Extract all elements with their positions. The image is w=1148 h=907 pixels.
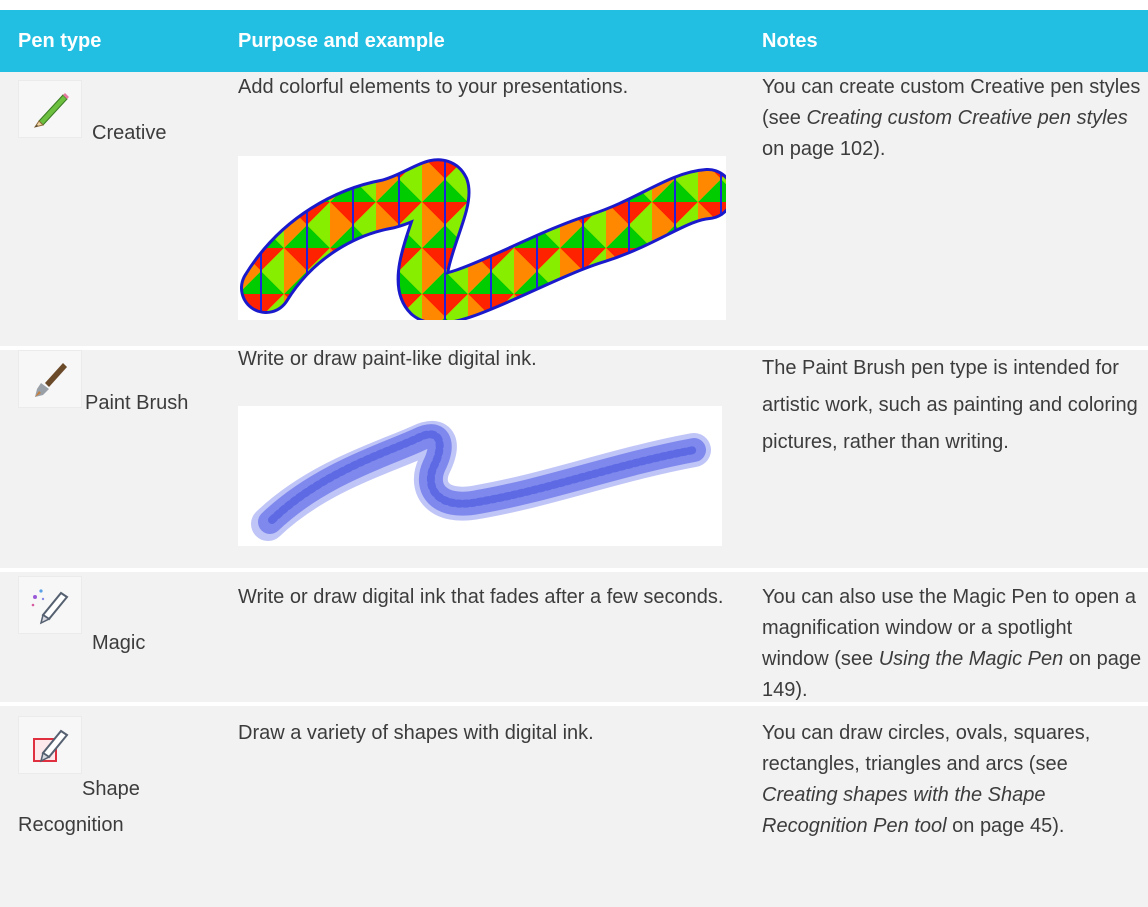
notes-magic: You can also use the Magic Pen to open a… [762, 582, 1142, 706]
header-notes: Notes [762, 30, 818, 52]
link-creating-custom-creative-pen-styles[interactable]: Creating custom Creative pen styles [806, 107, 1127, 129]
table-row-magic: Magic Write or draw digital ink that fad… [0, 572, 1148, 702]
paint-brush-icon-box [18, 350, 82, 408]
purpose-paint-brush: Write or draw paint-like digital ink. [238, 348, 537, 370]
pen-name-creative: Creative [92, 122, 167, 144]
notes-shape-recognition-pre: You can draw circles, ovals, squares, re… [762, 722, 1091, 775]
pencil-icon [33, 93, 69, 128]
shape-recognition-icon [33, 729, 69, 763]
paint-brush-icon [35, 363, 67, 397]
table-row-creative: Creative Add colorful elements to your p… [0, 72, 1148, 346]
shape-recognition-icon-box [18, 716, 82, 774]
purpose-shape-recognition: Draw a variety of shapes with digital in… [238, 722, 594, 744]
pen-types-table: Pen type Purpose and example Notes Creat… [0, 0, 1148, 907]
link-using-the-magic-pen[interactable]: Using the Magic Pen [879, 648, 1064, 670]
pen-name-magic: Magic [92, 632, 146, 654]
top-margin [0, 0, 1148, 10]
creative-pen-stroke [240, 158, 726, 320]
magic-pen-icon-box [18, 576, 82, 634]
magic-pen-icon [31, 589, 69, 625]
creative-pen-example-image [238, 156, 726, 320]
notes-shape-recognition-post: on page 45). [946, 815, 1065, 837]
notes-creative: You can create custom Creative pen style… [762, 72, 1142, 165]
paint-brush-stroke [251, 421, 711, 541]
header-purpose: Purpose and example [238, 30, 445, 52]
purpose-creative: Add colorful elements to your presentati… [238, 76, 629, 98]
pen-name-shape-recognition-line2: Recognition [18, 814, 124, 836]
notes-paint-brush: The Paint Brush pen type is intended for… [762, 357, 1138, 453]
table-row-paint-brush: Paint Brush Write or draw paint-like dig… [0, 348, 1148, 568]
table-header: Pen type Purpose and example Notes [0, 10, 1148, 72]
table-row-shape-recognition: Shape Recognition Draw a variety of shap… [0, 706, 1148, 907]
notes-shape-recognition: You can draw circles, ovals, squares, re… [762, 718, 1142, 842]
notes-creative-post: on page 102). [762, 138, 886, 160]
paint-brush-example-image [238, 406, 722, 546]
pen-name-paint-brush: Paint Brush [85, 392, 189, 414]
creative-pen-icon-box [18, 80, 82, 138]
header-pen-type: Pen type [18, 30, 102, 52]
purpose-magic: Write or draw digital ink that fades aft… [238, 586, 724, 608]
pen-name-shape-recognition-line1: Shape [82, 778, 140, 800]
